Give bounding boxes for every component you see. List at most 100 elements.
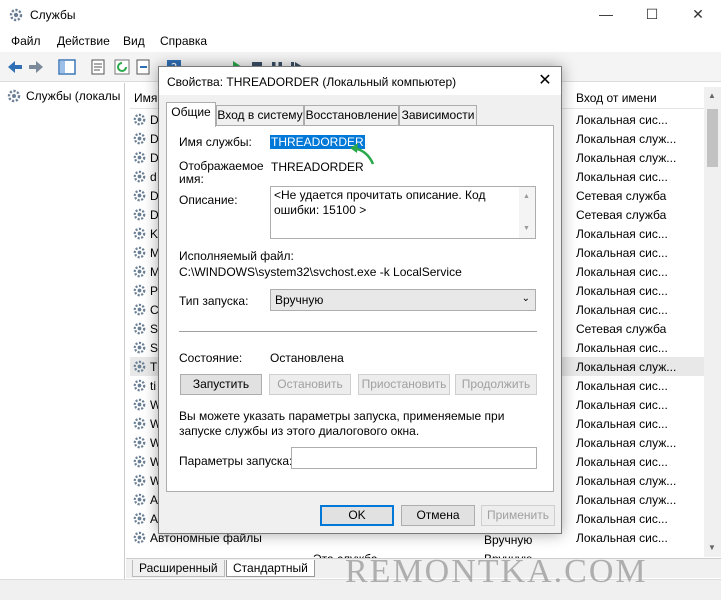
dialog-close-button[interactable]: ✕ <box>529 67 561 95</box>
chevron-down-icon: ⌄ <box>521 293 530 304</box>
service-logon-cell: Сетевая служба <box>576 189 667 203</box>
watermark: REMONTKA.COM <box>345 553 648 590</box>
pause-button[interactable]: Приостановить <box>358 374 450 395</box>
exe-path-value: C:\WINDOWS\system32\svchost.exe -k Local… <box>179 265 462 279</box>
tab-logon[interactable]: Вход в систему <box>216 105 304 126</box>
column-logon-header[interactable]: Вход от имени <box>576 91 657 105</box>
gear-icon <box>133 284 146 297</box>
service-logon-cell: Сетевая служба <box>576 208 667 222</box>
service-logon-cell: Сетевая служба <box>576 322 667 336</box>
scroll-down-icon[interactable]: ▼ <box>708 543 716 552</box>
service-logon-cell: Локальная сис... <box>576 170 668 184</box>
start-button[interactable]: Запустить <box>180 374 262 395</box>
service-logon-cell: Локальная сис... <box>576 303 668 317</box>
cancel-button[interactable]: Отмена <box>401 505 475 526</box>
column-name-header[interactable]: Имя <box>134 91 157 105</box>
service-name-cell: ti <box>150 379 156 393</box>
gear-icon <box>133 265 146 278</box>
startup-type-select[interactable]: Вручную ⌄ <box>270 289 536 311</box>
service-name-cell: A <box>150 493 159 507</box>
tab-extended[interactable]: Расширенный <box>132 560 225 577</box>
service-logon-cell: Локальная сис... <box>576 512 668 526</box>
ok-button[interactable]: OK <box>320 505 394 526</box>
service-logon-cell: Локальная сис... <box>576 455 668 469</box>
tab-standard[interactable]: Стандартный <box>226 560 315 577</box>
menu-help[interactable]: Справка <box>160 34 207 48</box>
resume-button[interactable]: Продолжить <box>455 374 537 395</box>
gear-icon <box>133 455 146 468</box>
gear-icon <box>133 474 146 487</box>
gear-icon <box>133 493 146 506</box>
service-logon-cell: Локальная сис... <box>576 265 668 279</box>
service-logon-cell: Локальная служ... <box>576 360 677 374</box>
state-value: Остановлена <box>270 351 344 365</box>
service-name-cell: S <box>150 341 159 355</box>
service-properties-dialog: Свойства: THREADORDER (Локальный компьют… <box>158 66 562 534</box>
display-name-label-1: Отображаемое <box>179 159 264 173</box>
description-textbox[interactable]: <Не удается прочитать описание. Код ошиб… <box>270 186 536 239</box>
menu-view[interactable]: Вид <box>123 34 145 48</box>
menu-action[interactable]: Действие <box>57 34 110 48</box>
service-name-cell: T <box>150 360 158 374</box>
service-logon-cell: Локальная сис... <box>576 417 668 431</box>
forward-arrow-icon[interactable] <box>27 58 45 76</box>
apply-button[interactable]: Применить <box>481 505 555 526</box>
gear-icon <box>133 531 146 544</box>
service-name-cell: S <box>150 322 159 336</box>
tab-dependencies[interactable]: Зависимости <box>399 105 477 126</box>
menu-file[interactable]: Файл <box>11 34 41 48</box>
gear-icon <box>133 512 146 525</box>
service-logon-cell: Локальная служ... <box>576 493 677 507</box>
gear-icon <box>133 227 146 240</box>
scrollbar-thumb[interactable] <box>707 109 718 167</box>
service-name-cell: K <box>150 227 159 241</box>
separator <box>179 331 537 332</box>
startup-type-value: Вручную <box>275 293 324 307</box>
gear-icon <box>133 189 146 202</box>
tab-recovery[interactable]: Восстановление <box>304 105 399 126</box>
service-logon-cell: Локальная служ... <box>576 474 677 488</box>
back-arrow-icon[interactable] <box>6 58 24 76</box>
stop-button[interactable]: Остановить <box>269 374 351 395</box>
startup-params-label: Параметры запуска: <box>179 454 293 468</box>
window-title: Службы <box>30 8 76 22</box>
gear-icon <box>133 208 146 221</box>
description-text: <Не удается прочитать описание. Код ошиб… <box>274 188 486 217</box>
export-icon[interactable] <box>134 58 152 76</box>
startup-params-hint: Вы можете указать параметры запуска, при… <box>179 409 505 438</box>
gear-icon <box>133 132 146 145</box>
gear-icon <box>133 341 146 354</box>
maximize-button[interactable]: ☐ <box>629 0 675 30</box>
tree-root-services[interactable]: Службы (локалы <box>26 89 120 103</box>
service-name-cell: P <box>150 284 159 298</box>
service-logon-cell: Локальная сис... <box>576 341 668 355</box>
service-logon-cell: Локальная служ... <box>576 436 677 450</box>
tab-general[interactable]: Общие <box>166 102 216 127</box>
service-logon-cell: Локальная сис... <box>576 246 668 260</box>
dialog-title: Свойства: THREADORDER (Локальный компьют… <box>167 75 457 89</box>
gear-icon <box>133 322 146 335</box>
scroll-up-icon[interactable]: ▲ <box>708 91 716 100</box>
refresh-icon[interactable] <box>113 58 131 76</box>
gear-icon <box>133 417 146 430</box>
services-app-icon <box>9 8 23 22</box>
service-logon-cell: Локальная сис... <box>576 531 668 545</box>
gear-icon <box>133 170 146 183</box>
gear-icon <box>133 360 146 373</box>
gear-icon <box>133 246 146 259</box>
close-window-button[interactable]: ✕ <box>675 0 721 30</box>
state-label: Состояние: <box>179 351 243 365</box>
gear-icon <box>133 436 146 449</box>
service-logon-cell: Локальная сис... <box>576 379 668 393</box>
general-tab-panel: Имя службы: THREADORDER Отображаемое имя… <box>166 125 554 492</box>
startup-params-input[interactable] <box>291 447 537 469</box>
properties-icon[interactable] <box>89 58 107 76</box>
console-tree-icon[interactable] <box>58 58 76 76</box>
gear-icon <box>133 113 146 126</box>
service-logon-cell: Локальная сис... <box>576 227 668 241</box>
vertical-scrollbar[interactable]: ▲ ▼ <box>704 87 721 557</box>
minimize-button[interactable]: — <box>583 0 629 30</box>
description-scrollbar[interactable]: ▲ ▼ <box>519 187 535 238</box>
service-logon-cell: Локальная служ... <box>576 151 677 165</box>
service-name-label: Имя службы: <box>179 135 252 149</box>
